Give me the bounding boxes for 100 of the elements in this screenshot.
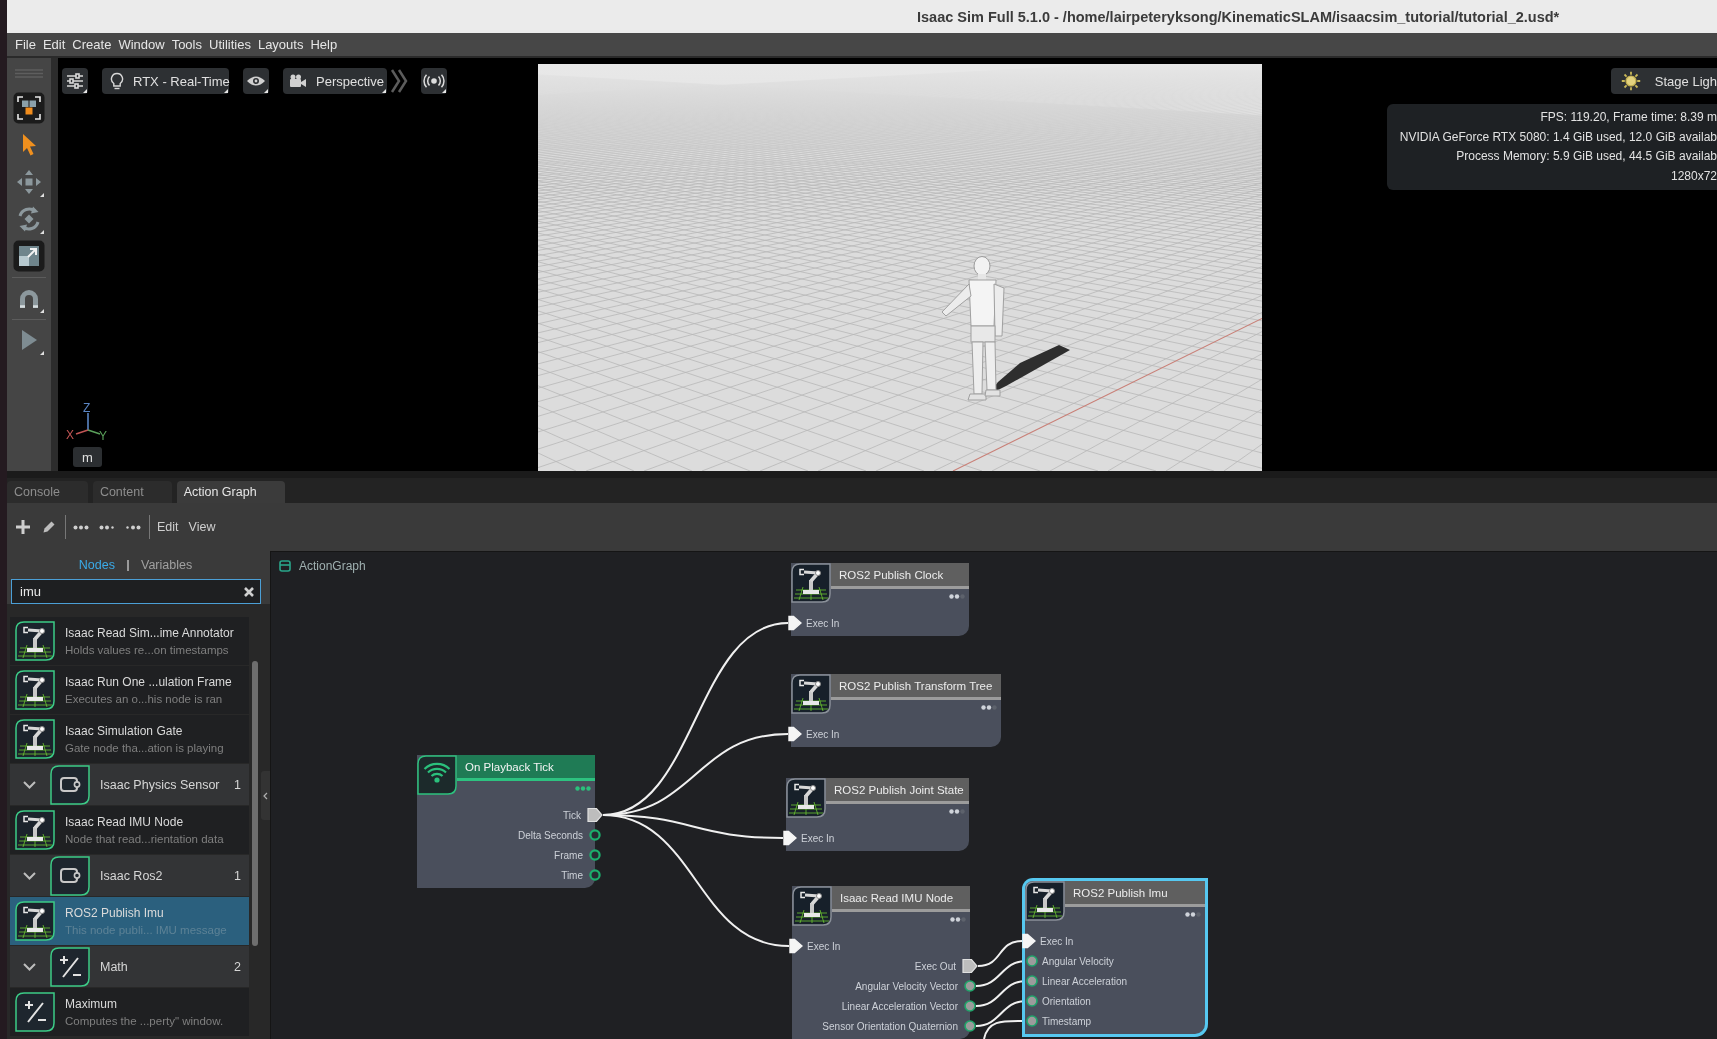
drag-handle-icon[interactable] xyxy=(14,68,44,79)
node-header[interactable]: ROS2 Publish Imu xyxy=(1065,881,1205,907)
visibility-button[interactable] xyxy=(243,68,269,94)
units-button[interactable]: m xyxy=(73,447,102,467)
view-tab[interactable]: Variables xyxy=(140,558,193,572)
port-label: Sensor Orientation Quaternion xyxy=(822,1020,958,1032)
robot-arm-icon xyxy=(15,670,55,710)
chevron-down-icon[interactable] xyxy=(22,870,37,881)
node-description: Holds values re...on timestamps xyxy=(65,644,230,656)
port-label: Linear Acceleration xyxy=(1042,975,1128,987)
node-list-item[interactable]: Isaac Simulation Gate Gate node tha...ation is playing xyxy=(10,715,249,763)
more-icon[interactable] xyxy=(949,593,965,599)
render-mode-button[interactable]: RTX - Real-Time xyxy=(102,68,229,94)
data-port-icon[interactable] xyxy=(589,829,601,841)
node-header[interactable]: Isaac Read IMU Node xyxy=(832,886,970,912)
stats-text: 1280x72 xyxy=(1669,167,1717,185)
more-icon[interactable] xyxy=(1185,911,1201,917)
more-icon[interactable] xyxy=(949,808,965,814)
robot-arm-icon xyxy=(15,810,55,850)
broadcast-button[interactable] xyxy=(421,68,447,94)
dots-icon[interactable] xyxy=(73,524,89,530)
menu-item[interactable]: Tools xyxy=(171,37,202,52)
node-header[interactable]: ROS2 Publish Joint State xyxy=(826,778,969,804)
menu-item[interactable]: Help xyxy=(310,37,338,52)
more-icon[interactable] xyxy=(950,916,966,922)
menu-item[interactable]: Create xyxy=(72,37,112,52)
data-port-icon[interactable] xyxy=(964,1000,976,1012)
tab[interactable]: Content xyxy=(92,481,172,503)
menu-item[interactable]: File xyxy=(15,37,36,52)
scrollbar-thumb[interactable] xyxy=(252,661,258,946)
port-label: Orientation xyxy=(1042,995,1091,1007)
viewport-area[interactable]: RTX - Real-Time Perspective Stage Ligh FPS: 119.20, Frame time: 8.39 m NVIDIA GeForce RTX 5080: 1.4 GiB used, 12.0 GiB availab Process Memory: 5.9 GiB used, 44.5 GiB availab 1280x72 Z X Y m xyxy=(58,58,1717,471)
category-title: Isaac Physics Sensor xyxy=(100,777,220,792)
port-label: Exec Out xyxy=(914,960,956,972)
robot-arm-icon xyxy=(15,621,55,661)
menu-item[interactable]: Edit xyxy=(42,37,66,52)
item-count: 1 xyxy=(234,777,241,792)
camera-button[interactable]: Perspective xyxy=(283,68,387,94)
data-port-icon[interactable] xyxy=(589,849,601,861)
data-port-icon[interactable] xyxy=(1026,1015,1038,1027)
node-list-item[interactable]: Isaac Read Sim...ime Annotator Holds values re...on timestamps xyxy=(10,617,249,665)
category-row[interactable]: Isaac Physics Sensor 1 xyxy=(10,764,249,805)
exec-port-icon[interactable] xyxy=(962,958,978,974)
node-title: Maximum xyxy=(65,997,118,1011)
dots-icon[interactable] xyxy=(125,524,141,530)
data-port-icon[interactable] xyxy=(964,1020,976,1032)
menu-item[interactable]: Window xyxy=(118,37,165,52)
exec-port-icon[interactable] xyxy=(587,807,603,823)
clear-icon[interactable] xyxy=(243,585,255,598)
tab[interactable]: Action Graph xyxy=(176,481,285,503)
plus-minus-icon xyxy=(15,992,55,1032)
chevron-down-icon[interactable] xyxy=(22,779,37,790)
pencil-icon[interactable] xyxy=(42,520,56,534)
more-icon[interactable] xyxy=(981,704,997,710)
data-port-icon[interactable] xyxy=(589,869,601,881)
tab[interactable]: Console xyxy=(7,481,88,503)
scale-icon[interactable] xyxy=(13,240,45,272)
category-row[interactable]: Math 2 xyxy=(10,946,249,987)
robot-arm-icon xyxy=(15,719,55,759)
node-title: Isaac Read Sim...ime Annotator xyxy=(65,626,234,640)
robot-arm-icon xyxy=(1025,881,1065,921)
settings-button[interactable] xyxy=(62,68,88,94)
port-label: Exec In xyxy=(806,617,840,629)
data-port-icon[interactable] xyxy=(1026,955,1038,967)
node-list-item[interactable]: Maximum Computes the ...perty" window. xyxy=(10,988,249,1036)
graph-canvas[interactable] xyxy=(270,551,1717,1039)
sliders-icon xyxy=(66,73,84,89)
robot-arm-icon xyxy=(791,563,831,603)
menu-item[interactable]: Utilities xyxy=(209,37,251,52)
data-port-icon[interactable] xyxy=(1026,975,1038,987)
search-field[interactable]: imu xyxy=(11,579,261,604)
lightbulb-icon xyxy=(110,72,124,90)
selection-mode-icon[interactable] xyxy=(13,92,45,124)
window-title: Isaac Sim Full 5.1.0 - /home/lairpeteryksong/KinematicSLAM/isaacsim_tutorial/tutorial_2.usd* xyxy=(917,8,1560,25)
view-tab[interactable]: Nodes xyxy=(78,558,115,572)
node-header[interactable]: On Playback Tick xyxy=(457,755,595,781)
double-chevron-icon[interactable] xyxy=(390,68,408,94)
category-row[interactable]: Isaac Ros2 1 xyxy=(10,855,249,896)
node-header[interactable]: ROS2 Publish Clock xyxy=(831,563,969,589)
item-count: 2 xyxy=(234,959,241,974)
node-description: Computes the ...perty" window. xyxy=(65,1015,224,1027)
port-label: Exec In xyxy=(801,832,835,844)
data-port-icon[interactable] xyxy=(964,980,976,992)
menu-item[interactable]: View xyxy=(188,520,216,534)
node-list-item[interactable]: Isaac Run One ...ulation Frame Executes an o...his node is ran xyxy=(10,666,249,714)
node-list-item[interactable]: Isaac Read IMU Node Node that read...rientation data xyxy=(10,806,249,854)
chevron-down-icon[interactable] xyxy=(22,961,37,972)
more-icon[interactable] xyxy=(575,785,591,791)
stats-text: FPS: 119.20, Frame time: 8.39 m xyxy=(1539,109,1717,126)
menu-item[interactable]: Edit xyxy=(157,520,179,534)
breadcrumb-label[interactable]: ActionGraph xyxy=(299,559,366,573)
menu-item[interactable]: Layouts xyxy=(257,37,304,52)
add-icon[interactable] xyxy=(15,519,31,535)
data-port-icon[interactable] xyxy=(1026,995,1038,1007)
dots-icon[interactable] xyxy=(99,524,115,530)
collapse-handle[interactable] xyxy=(261,771,270,820)
port-label: Exec In xyxy=(806,728,840,740)
lights-button[interactable]: Stage Ligh xyxy=(1610,68,1717,94)
port-label: Tick xyxy=(563,809,581,821)
node-header[interactable]: ROS2 Publish Transform Tree xyxy=(831,674,1001,700)
